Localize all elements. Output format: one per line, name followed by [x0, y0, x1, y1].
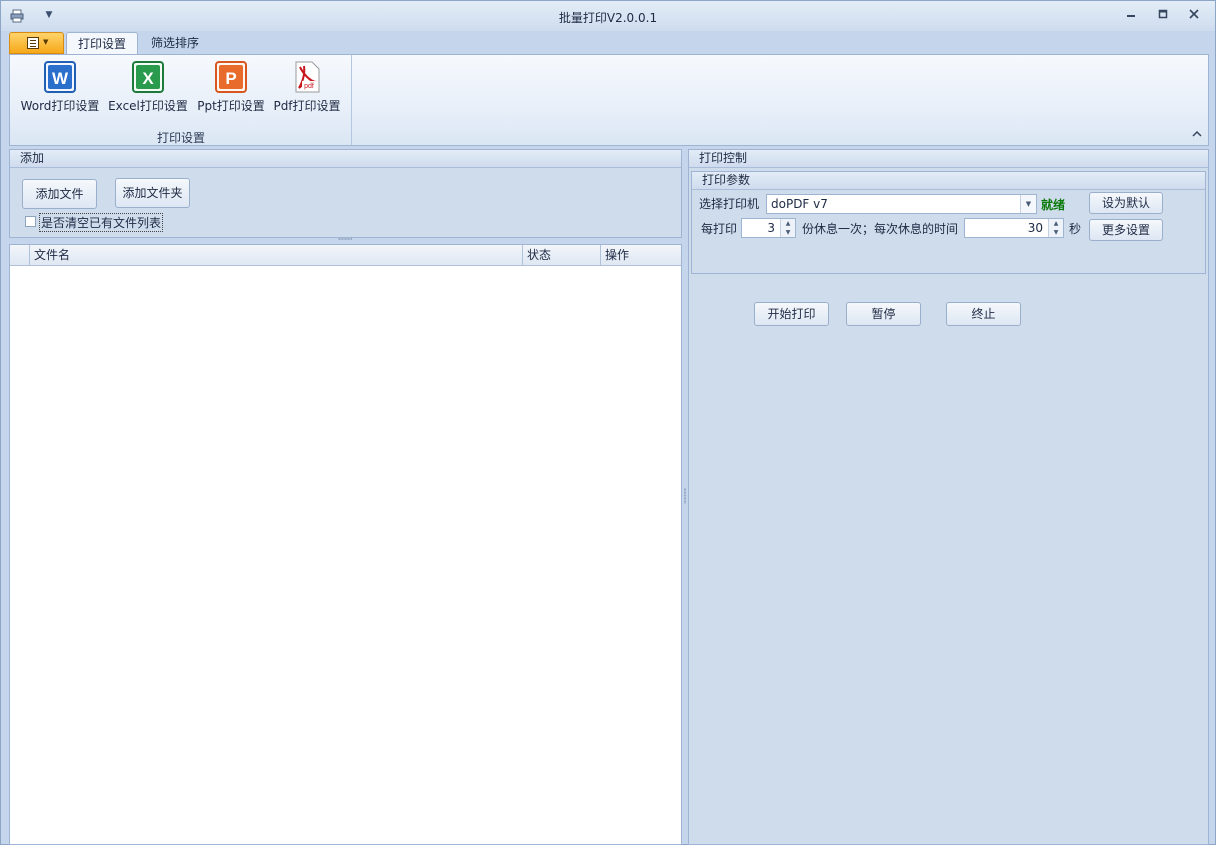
chevron-down-icon: ▼ [1025, 200, 1032, 208]
powerpoint-icon: P [215, 61, 247, 93]
title-bar: ▼ 批量打印V2.0.0.1 [1, 1, 1215, 31]
spin-up-icon[interactable]: ▲ [1049, 219, 1063, 228]
ribbon-panel: W Word打印设置 X Excel打印设置 P Ppt打印设置 pdf Pdf… [9, 54, 1209, 146]
column-filename[interactable]: 文件名 [29, 245, 522, 265]
printer-select[interactable]: doPDF v7 ▼ [766, 194, 1037, 214]
clear-list-checkbox[interactable] [25, 216, 36, 227]
column-status[interactable]: 状态 [522, 245, 600, 265]
clear-list-label[interactable]: 是否清空已有文件列表 [39, 213, 164, 232]
rest-time-stepper[interactable]: 30 ▲ ▼ [964, 218, 1064, 238]
word-icon: W [44, 61, 76, 93]
add-panel: 添加 添加文件 添加文件夹 是否清空已有文件列表 [9, 149, 682, 238]
svg-text:P: P [225, 69, 236, 88]
svg-text:X: X [142, 69, 154, 88]
printer-select-value: doPDF v7 [771, 197, 828, 211]
word-print-settings-button[interactable]: W Word打印设置 [18, 59, 102, 115]
add-panel-title: 添加 [10, 150, 681, 168]
ppt-print-settings-label: Ppt打印设置 [197, 99, 265, 113]
print-params-title: 打印参数 [692, 172, 1205, 190]
chevron-down-icon: ▼ [43, 38, 49, 46]
pdf-print-settings-button[interactable]: pdf Pdf打印设置 [272, 59, 342, 115]
add-file-button[interactable]: 添加文件 [22, 179, 97, 209]
printer-label: 选择打印机 [699, 197, 760, 211]
print-control-title: 打印控制 [689, 150, 1208, 168]
excel-print-settings-button[interactable]: X Excel打印设置 [106, 59, 190, 115]
excel-print-settings-label: Excel打印设置 [108, 99, 188, 113]
word-print-settings-label: Word打印设置 [20, 99, 100, 113]
minimize-icon [1127, 15, 1135, 17]
column-action[interactable]: 操作 [600, 245, 682, 265]
tab-filter-sort[interactable]: 筛选排序 [140, 32, 210, 55]
set-default-button[interactable]: 设为默认 [1089, 192, 1163, 214]
ribbon-group-print-settings: W Word打印设置 X Excel打印设置 P Ppt打印设置 pdf Pdf… [10, 55, 352, 145]
stop-button[interactable]: 终止 [946, 302, 1021, 326]
svg-text:pdf: pdf [304, 83, 314, 90]
collapse-ribbon-icon[interactable] [1192, 130, 1202, 141]
minimize-button[interactable] [1120, 8, 1142, 24]
copies-suffix-label: 份休息一次；每次休息的时间 [802, 222, 959, 236]
application-menu-button[interactable]: ▼ [9, 32, 64, 54]
main-window: ▼ 批量打印V2.0.0.1 ▼ 打印设置 筛选排序 W Word打印设置 X … [0, 0, 1216, 845]
spin-down-icon[interactable]: ▼ [781, 228, 795, 237]
spin-down-icon[interactable]: ▼ [1049, 228, 1063, 237]
close-button[interactable] [1183, 8, 1205, 24]
ppt-print-settings-button[interactable]: P Ppt打印设置 [194, 59, 268, 115]
horizontal-splitter-grip[interactable] [338, 238, 352, 240]
add-folder-button[interactable]: 添加文件夹 [115, 178, 190, 208]
copies-prefix-label: 每打印 [701, 222, 738, 236]
ribbon-tab-bar: ▼ 打印设置 筛选排序 [9, 31, 1209, 55]
window-title: 批量打印V2.0.0.1 [558, 11, 658, 25]
printer-dropdown-button[interactable]: ▼ [1020, 195, 1036, 213]
svg-text:W: W [52, 69, 69, 88]
restore-icon [1158, 9, 1168, 19]
row-indicator-header [10, 245, 30, 265]
restore-button[interactable] [1152, 8, 1174, 24]
pdf-icon: pdf [295, 61, 320, 93]
copies-spin-buttons[interactable]: ▲ ▼ [780, 219, 795, 237]
pdf-print-settings-label: Pdf打印设置 [273, 99, 341, 113]
rest-spin-buttons[interactable]: ▲ ▼ [1048, 219, 1063, 237]
file-list-grid[interactable]: 文件名 状态 操作 [9, 244, 682, 845]
rest-unit-label: 秒 [1069, 222, 1082, 236]
start-print-button[interactable]: 开始打印 [754, 302, 829, 326]
spin-up-icon[interactable]: ▲ [781, 219, 795, 228]
vertical-splitter-grip[interactable] [684, 488, 686, 504]
printer-status: 就绪 [1041, 198, 1066, 212]
menu-icon [27, 37, 39, 49]
tab-print-settings[interactable]: 打印设置 [66, 32, 139, 55]
close-icon [1189, 9, 1199, 19]
more-settings-button[interactable]: 更多设置 [1089, 219, 1163, 241]
pause-button[interactable]: 暂停 [846, 302, 921, 326]
print-params-group: 打印参数 选择打印机 doPDF v7 ▼ 就绪 设为默认 每打印 3 ▲ ▼ 份… [691, 171, 1206, 274]
grid-header: 文件名 状态 操作 [10, 245, 681, 266]
rest-time-value: 30 [1027, 221, 1043, 235]
excel-icon: X [132, 61, 164, 93]
copies-stepper[interactable]: 3 ▲ ▼ [741, 218, 796, 238]
copies-value: 3 [767, 221, 775, 235]
print-control-panel: 打印控制 打印参数 选择打印机 doPDF v7 ▼ 就绪 设为默认 每打印 3… [688, 149, 1209, 845]
ribbon-group-label: 打印设置 [156, 131, 205, 145]
